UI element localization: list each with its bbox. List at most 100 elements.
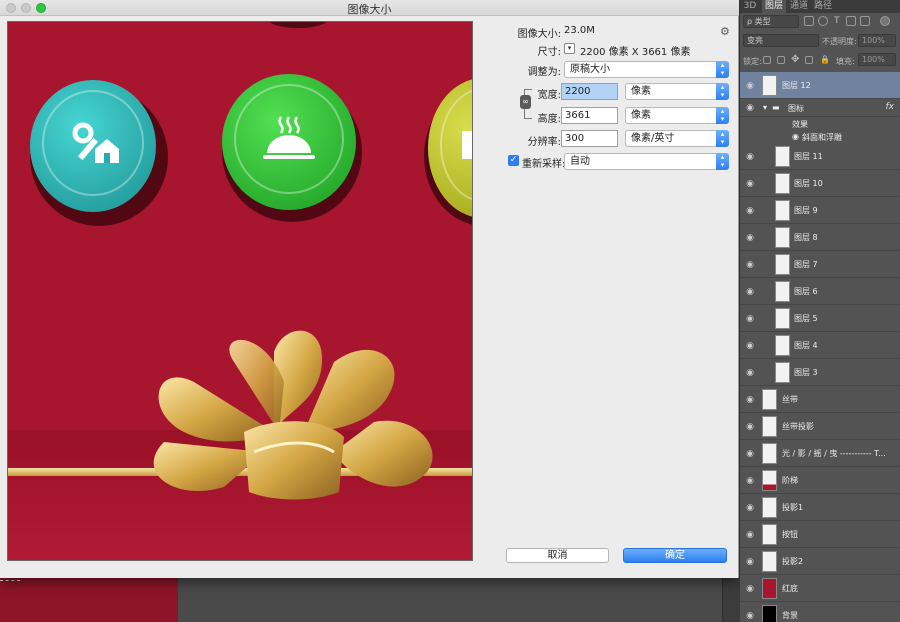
resolution-unit-select[interactable]: 像素/英寸 ▴ ▾ [625,130,729,147]
layer-thumbnail [775,362,790,383]
width-unit-value: 像素 [631,86,651,97]
type-filter-icon[interactable]: T [834,16,840,26]
fit-to-value: 原稿大小 [570,64,610,75]
layer-row[interactable]: ◉ 图层 12 [740,72,900,99]
fx-icon[interactable]: fx [886,102,895,112]
tab-layers[interactable]: 图层 [762,0,786,13]
width-label: 宽度: [537,90,561,101]
image-preview[interactable] [7,21,473,561]
visibility-eye-icon[interactable]: ◉ [745,287,755,297]
lock-pixels-icon[interactable] [777,56,785,64]
layer-row[interactable]: ◉ 图层 7 [740,251,900,278]
opacity-input[interactable]: 100% [858,34,896,47]
layer-row[interactable]: ◉ 图层 11 [740,143,900,170]
fit-to-select[interactable]: 原稿大小 ▴ ▾ [564,61,729,78]
smart-object-filter-icon[interactable] [860,16,870,26]
layer-row[interactable]: ◉ 背景 [740,602,900,622]
layer-thumbnail [762,551,777,572]
layer-row[interactable]: ◉ 图层 6 [740,278,900,305]
layer-row[interactable]: ◉ 光 / 影 / 摇 / 曳 ----------- T... [740,440,900,467]
visibility-eye-icon[interactable]: ◉ [745,476,755,486]
height-label: 高度: [537,114,561,125]
resample-select[interactable]: 自动 ▴ ▾ [564,153,729,170]
button-hole [268,22,328,28]
width-input[interactable]: 2200 [561,83,618,100]
visibility-eye-icon[interactable]: ◉ [745,611,755,621]
lock-artboard-icon[interactable] [805,56,813,64]
resample-label: 重新采样: [522,159,566,170]
layer-row[interactable]: ◉ 图层 10 [740,170,900,197]
layer-thumbnail [762,416,777,437]
fill-input[interactable]: 100% [858,53,896,66]
shape-filter-icon[interactable] [846,16,856,26]
visibility-eye-icon[interactable]: ◉ [745,103,755,113]
teal-key-button [30,80,156,212]
tab-3d[interactable]: 3D [742,0,758,13]
dialog-titlebar: 图像大小 [0,0,739,16]
dialog-title: 图像大小 [347,3,392,16]
layer-row[interactable]: ◉ 投影2 [740,548,900,575]
chevron-down-icon[interactable]: ▾ [763,103,767,112]
layer-row[interactable]: ◉ 图层 4 [740,332,900,359]
layer-name: 图层 12 [782,81,811,90]
resample-checkbox[interactable]: ✓ [508,155,519,166]
layer-effect-row[interactable]: ◉ 斜面和浮雕 [740,130,900,143]
height-unit-select[interactable]: 像素 ▴ ▾ [625,107,729,124]
layer-thumbnail [775,335,790,356]
layer-filter-select[interactable]: ρ 类型 [743,15,799,28]
layer-row[interactable]: ◉ 投影1 [740,494,900,521]
layer-effect-row[interactable]: 效果 [740,117,900,130]
image-size-value: 23.0M [564,25,595,36]
layer-row[interactable]: ◉ 图层 3 [740,359,900,386]
layer-row[interactable]: ◉ 按钮 [740,521,900,548]
visibility-eye-icon[interactable]: ◉ [745,557,755,567]
width-unit-select[interactable]: 像素 ▴ ▾ [625,83,729,100]
layer-row[interactable]: ◉ 丝带投影 [740,413,900,440]
truck-icon [462,131,472,159]
layer-row[interactable]: ◉ 图层 5 [740,305,900,332]
adjustment-filter-icon[interactable] [818,16,828,26]
visibility-eye-icon[interactable]: ◉ [745,530,755,540]
layer-name: 图层 3 [794,368,818,377]
height-input[interactable]: 3661 [561,107,618,124]
lock-all-icon[interactable]: 🔒 [820,55,830,64]
layer-row[interactable]: ◉ 图层 9 [740,197,900,224]
visibility-eye-icon[interactable]: ◉ [745,503,755,513]
cancel-button[interactable]: 取消 [506,548,609,563]
visibility-eye-icon[interactable]: ◉ [745,449,755,459]
dimensions-unit-toggle[interactable]: ▾ [564,43,575,54]
lock-position-icon[interactable]: ✥ [791,54,799,65]
visibility-eye-icon[interactable]: ◉ [745,368,755,378]
layer-thumbnail [762,578,777,599]
visibility-eye-icon[interactable]: ◉ [745,152,755,162]
tab-channels[interactable]: 通道 [788,0,810,13]
layer-thumbnail [775,200,790,221]
visibility-eye-icon[interactable]: ◉ [745,422,755,432]
layer-name: 图层 8 [794,233,818,242]
effect-visibility-icon[interactable]: ◉ [792,132,799,141]
visibility-eye-icon[interactable]: ◉ [745,206,755,216]
ok-button[interactable]: 确定 [623,548,727,563]
layer-row[interactable]: ◉ 阶梯 [740,467,900,494]
gear-icon[interactable]: ⚙ [720,25,734,38]
blend-mode-select[interactable]: 变亮 [743,34,819,47]
filter-toggle-icon[interactable] [880,16,890,26]
pixel-filter-icon[interactable] [804,16,814,26]
visibility-eye-icon[interactable]: ◉ [745,341,755,351]
lock-transparent-icon[interactable] [763,56,771,64]
visibility-eye-icon[interactable]: ◉ [745,260,755,270]
visibility-eye-icon[interactable]: ◉ [745,314,755,324]
resolution-input[interactable]: 300 [561,130,618,147]
layer-row[interactable]: ◉ 图层 8 [740,224,900,251]
visibility-eye-icon[interactable]: ◉ [745,179,755,189]
visibility-eye-icon[interactable]: ◉ [745,395,755,405]
folder-icon: ▬ [772,103,780,112]
visibility-eye-icon[interactable]: ◉ [745,584,755,594]
visibility-eye-icon[interactable]: ◉ [745,233,755,243]
visibility-eye-icon[interactable]: ◉ [745,81,755,91]
layer-group-row[interactable]: ◉ ▾ ▬ 图标 fx [740,99,900,117]
layer-row[interactable]: ◉ 红底 [740,575,900,602]
dimensions-label: 尺寸: [537,47,561,58]
layer-row[interactable]: ◉ 丝带 [740,386,900,413]
tab-paths[interactable]: 路径 [812,0,834,13]
